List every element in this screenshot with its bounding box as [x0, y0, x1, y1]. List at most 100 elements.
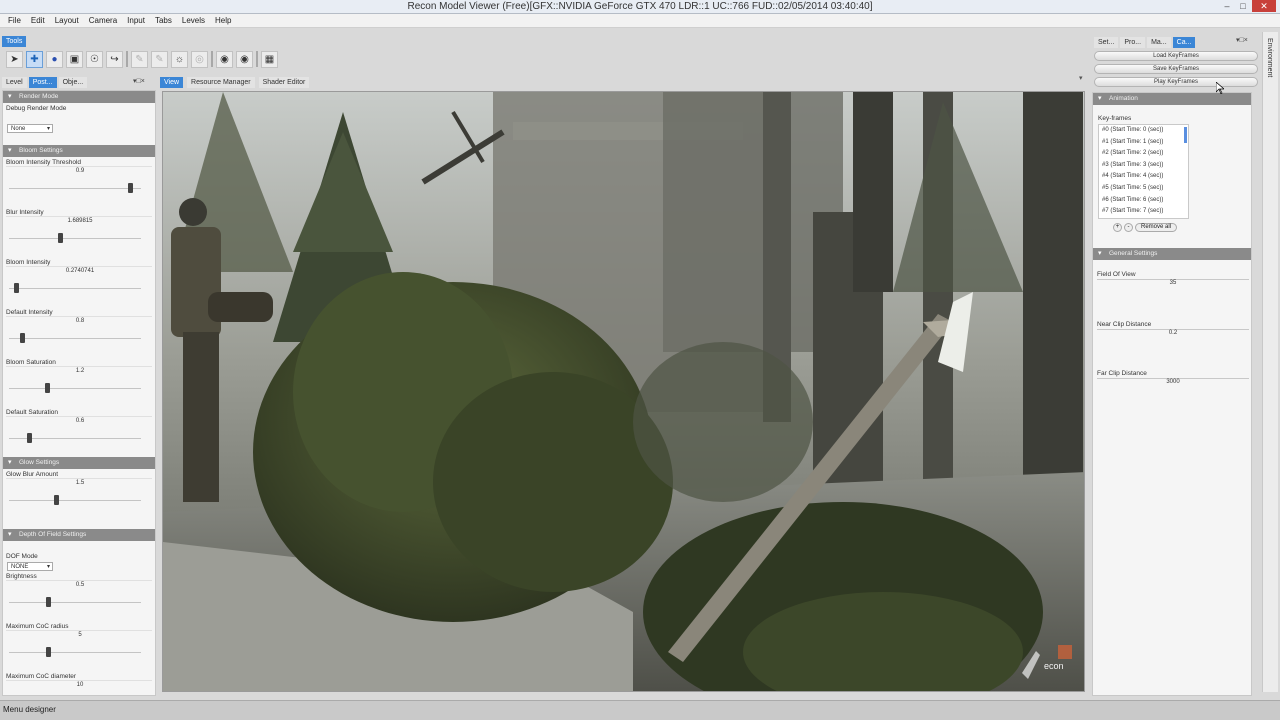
- debug-render-mode-row: Debug Render Mode None: [3, 103, 155, 145]
- save-keyframes-button[interactable]: Save KeyFrames: [1094, 64, 1258, 74]
- glow-slider-track[interactable]: [9, 500, 141, 501]
- record-icon[interactable]: ◉: [216, 50, 233, 68]
- tab-resource-manager[interactable]: Resource Manager: [187, 77, 255, 88]
- menu-tabs[interactable]: Tabs: [150, 14, 177, 27]
- tab-properties[interactable]: Pro...: [1120, 37, 1146, 48]
- near-clip-value[interactable]: 0.2: [1097, 330, 1249, 336]
- section-render-mode[interactable]: Render Mode: [3, 91, 155, 103]
- section-animation[interactable]: Animation: [1093, 93, 1251, 105]
- bloom-slider-thumb[interactable]: [13, 283, 19, 293]
- dof-slider-thumb[interactable]: [45, 647, 51, 657]
- dof-value[interactable]: 0.5: [3, 582, 155, 588]
- maximize-icon[interactable]: □: [1236, 0, 1250, 12]
- bloom-value[interactable]: 0.9: [3, 168, 155, 174]
- keyframe-item[interactable]: #1 (Start Time: 1 (sec)): [1099, 137, 1188, 149]
- stop-icon[interactable]: ◉: [236, 50, 253, 68]
- select-arrow-icon[interactable]: ➤: [6, 50, 23, 68]
- bloom-value[interactable]: 0.2740741: [3, 268, 155, 274]
- globe-icon[interactable]: ☉: [86, 50, 103, 68]
- keyframe-item[interactable]: #0 (Start Time: 0 (sec)): [1099, 125, 1188, 137]
- tab-materials[interactable]: Ma...: [1147, 37, 1171, 48]
- bloom-properties: Bloom Intensity Threshold 0.9 Blur Intensi…: [3, 157, 155, 457]
- bloom-slider-track[interactable]: [9, 338, 141, 339]
- fit-view-icon[interactable]: ▣: [66, 50, 83, 68]
- bloom-value[interactable]: 0.6: [3, 418, 155, 424]
- bloom-slider-thumb[interactable]: [127, 183, 133, 193]
- keyframe-item[interactable]: #2 (Start Time: 2 (sec)): [1099, 148, 1188, 160]
- dof-slider-track[interactable]: [9, 602, 141, 603]
- far-clip-value[interactable]: 3000: [1097, 379, 1249, 385]
- menu-file[interactable]: File: [3, 14, 26, 27]
- field-of-view-label: Field Of View: [1097, 271, 1136, 278]
- tab-camera[interactable]: Ca...: [1172, 37, 1196, 48]
- bloom-value[interactable]: 1.2: [3, 368, 155, 374]
- disabled-tool-icon[interactable]: ✎: [151, 50, 168, 68]
- remove-all-button[interactable]: Remove all: [1135, 223, 1178, 232]
- section-glow-settings[interactable]: Glow Settings: [3, 457, 155, 469]
- tab-shader-editor[interactable]: Shader Editor: [258, 77, 310, 88]
- section-bloom-settings[interactable]: Bloom Settings: [3, 145, 155, 157]
- remove-icon[interactable]: -: [1124, 223, 1133, 232]
- keyframes-list[interactable]: #0 (Start Time: 0 (sec)) #1 (Start Time: …: [1098, 124, 1189, 219]
- tab-objects[interactable]: Obje...: [58, 77, 88, 88]
- debug-render-mode-select[interactable]: None: [7, 124, 53, 133]
- load-keyframes-button[interactable]: Load KeyFrames: [1094, 51, 1258, 61]
- close-icon[interactable]: ×: [141, 78, 145, 85]
- dof-slider-thumb[interactable]: [45, 597, 51, 607]
- grid-icon[interactable]: ▦: [261, 50, 278, 68]
- bloom-slider-track[interactable]: [9, 188, 141, 189]
- screenshot-icon[interactable]: ☼: [171, 50, 188, 68]
- keyframe-item[interactable]: #4 (Start Time: 4 (sec)): [1099, 171, 1188, 183]
- disabled-tool-icon[interactable]: ◎: [191, 50, 208, 68]
- tab-tools[interactable]: Tools: [2, 36, 27, 47]
- rotate-icon[interactable]: ●: [46, 50, 63, 68]
- bloom-value[interactable]: 1.689815: [3, 218, 155, 224]
- menu-input[interactable]: Input: [122, 14, 150, 27]
- field-of-view-value[interactable]: 35: [1097, 280, 1249, 286]
- tab-settings[interactable]: Set...: [1094, 37, 1119, 48]
- close-icon[interactable]: ✕: [1252, 0, 1276, 12]
- dof-value[interactable]: 10: [3, 682, 155, 688]
- keyframe-item[interactable]: #6 (Start Time: 6 (sec)): [1099, 195, 1188, 207]
- environment-side-tab[interactable]: Environment: [1262, 32, 1278, 692]
- bloom-slider-track[interactable]: [9, 238, 141, 239]
- window-controls: – □ ✕: [1220, 0, 1276, 14]
- bloom-slider-thumb[interactable]: [57, 233, 63, 243]
- move-icon[interactable]: ✚: [26, 50, 43, 68]
- bloom-slider-thumb[interactable]: [27, 433, 33, 443]
- chevron-down-icon[interactable]: ▾: [1079, 74, 1083, 82]
- menu-camera[interactable]: Camera: [84, 14, 122, 27]
- dof-value[interactable]: 5: [3, 632, 155, 638]
- menu-layout[interactable]: Layout: [50, 14, 84, 27]
- keyframe-item[interactable]: #8 (Start Time: 8 (sec)): [1099, 218, 1188, 219]
- close-icon[interactable]: ×: [1244, 37, 1248, 44]
- keyframe-item[interactable]: #7 (Start Time: 7 (sec)): [1099, 206, 1188, 218]
- tab-view[interactable]: View: [160, 77, 184, 88]
- tab-post[interactable]: Post...: [28, 77, 57, 88]
- add-icon[interactable]: +: [1113, 223, 1122, 232]
- 3d-viewport[interactable]: econ: [162, 91, 1085, 692]
- bloom-slider-track[interactable]: [9, 288, 141, 289]
- disabled-tool-icon[interactable]: ✎: [131, 50, 148, 68]
- section-general-settings[interactable]: General Settings: [1093, 248, 1251, 260]
- tab-level[interactable]: Level: [2, 77, 27, 88]
- keyframe-item[interactable]: #5 (Start Time: 5 (sec)): [1099, 183, 1188, 195]
- section-depth-of-field[interactable]: Depth Of Field Settings: [3, 529, 155, 541]
- menu-help[interactable]: Help: [210, 14, 236, 27]
- minimize-icon[interactable]: –: [1220, 0, 1234, 12]
- bloom-slider-track[interactable]: [9, 388, 141, 389]
- logo-text: econ: [1044, 661, 1064, 671]
- pin-icon[interactable]: ↪: [106, 50, 123, 68]
- play-keyframes-button[interactable]: Play KeyFrames: [1094, 77, 1258, 87]
- dof-slider-track[interactable]: [9, 652, 141, 653]
- menu-edit[interactable]: Edit: [26, 14, 50, 27]
- keyframe-item[interactable]: #3 (Start Time: 3 (sec)): [1099, 160, 1188, 172]
- bloom-value[interactable]: 0.8: [3, 318, 155, 324]
- bloom-slider-thumb[interactable]: [20, 333, 26, 343]
- scrollbar[interactable]: [1184, 127, 1187, 143]
- bloom-slider-thumb[interactable]: [44, 383, 50, 393]
- glow-value[interactable]: 1.5: [3, 480, 155, 486]
- glow-slider-thumb[interactable]: [53, 495, 59, 505]
- dof-mode-select[interactable]: NONE: [7, 562, 53, 571]
- menu-levels[interactable]: Levels: [177, 14, 210, 27]
